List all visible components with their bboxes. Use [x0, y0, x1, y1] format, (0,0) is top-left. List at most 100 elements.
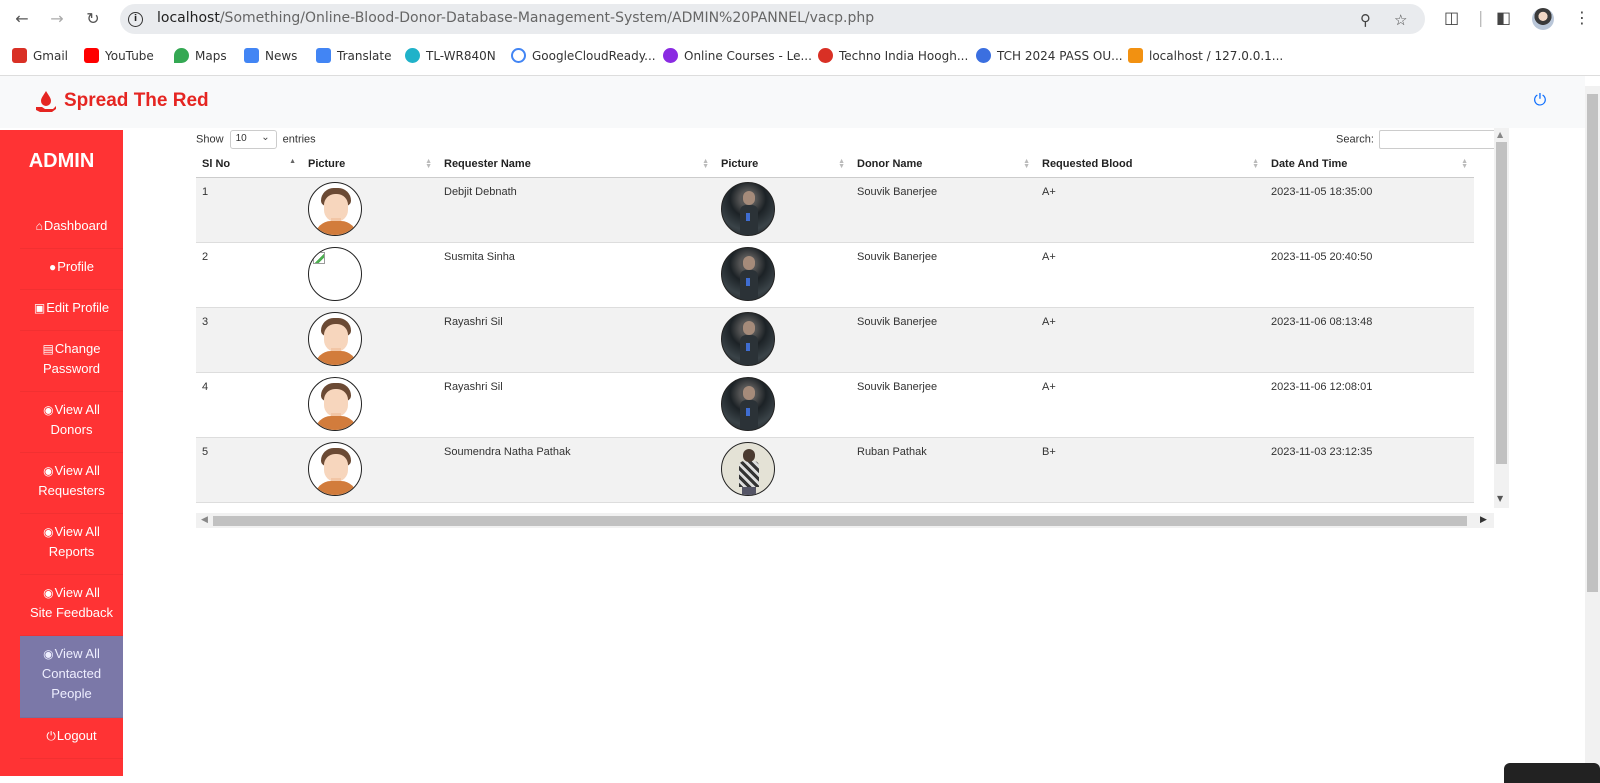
column-header-donor-name[interactable]: Donor Name ▲ ▼ [851, 152, 1036, 178]
bookmark-maps[interactable]: Maps [174, 48, 227, 63]
toolbar-divider: | [1478, 8, 1484, 27]
sidebar-item-view-all-reports[interactable]: ◉View All Reports [20, 514, 123, 575]
sidebar-item-edit-profile[interactable]: ▣Edit Profile [20, 290, 123, 331]
eye-icon: ◉ [43, 525, 54, 539]
sidebar-item-change-password[interactable]: ▤Change Password [20, 331, 123, 392]
id-card-icon: ▣ [33, 301, 46, 315]
column-header-sl-no[interactable]: Sl No ▲ [196, 152, 302, 178]
user-icon: ● [48, 260, 57, 274]
cell-requester-name: Debjit Debnath [438, 177, 715, 243]
google-icon [511, 48, 526, 63]
bookmark-news[interactable]: News [244, 48, 297, 63]
cell-date-time: 2023-11-03 23:12:35 [1265, 437, 1474, 503]
forward-arrow-icon[interactable]: → [47, 9, 67, 29]
bookmark-translate[interactable]: Translate [316, 48, 392, 63]
back-arrow-icon[interactable]: ← [12, 9, 32, 29]
sidebar-item-view-all-contacted-people[interactable]: ◉View All Contacted People [20, 636, 123, 718]
bookmarks-bar: Gmail YouTube Maps News Translate TL-WR8… [0, 38, 1600, 76]
column-header-donor-picture[interactable]: Picture ▲ ▼ [715, 152, 851, 178]
brand-name: Spread The Red [64, 90, 209, 111]
address-bar[interactable]: i localhost/Something/Online-Blood-Donor… [120, 4, 1425, 34]
bookmark-youtube[interactable]: YouTube [84, 48, 154, 63]
tp-link-icon [405, 48, 420, 63]
bookmark-googlecloudready[interactable]: GoogleCloudReady... [511, 48, 656, 63]
sidebar-item-view-all-site-feedback[interactable]: ◉View All Site Feedback [20, 575, 123, 636]
cell-requested-blood: A+ [1036, 372, 1265, 438]
sidebar-item-logout[interactable]: ⏻Logout [20, 718, 123, 759]
sidebar-item-view-all-requesters[interactable]: ◉View All Requesters [20, 453, 123, 514]
scrollbar-thumb[interactable] [1587, 94, 1598, 592]
table-row: 4 Rayashri Sil Souvik Banerjee A+ 2023-1… [196, 372, 1474, 438]
cell-requester-name: Rayashri Sil [438, 307, 715, 373]
extensions-icon[interactable]: ◫ [1444, 8, 1459, 27]
brand-logo[interactable]: Spread The Red [34, 89, 209, 113]
cell-date-time: 2023-11-06 12:08:01 [1265, 372, 1474, 438]
requester-avatar [308, 376, 362, 431]
sort-icon: ▲ ▼ [425, 158, 432, 170]
sort-asc-icon: ▲ [289, 158, 296, 165]
bookmark-tch-2024[interactable]: TCH 2024 PASS OU... [976, 48, 1123, 63]
scroll-down-arrow-icon[interactable]: ▼ [1497, 494, 1503, 503]
file-icon: ▤ [42, 342, 54, 356]
phpmyadmin-icon [1128, 48, 1143, 63]
table-row: 5 Soumendra Natha Pathak Ruban Pathak B+… [196, 437, 1474, 503]
column-header-requester-name[interactable]: Requester Name ▲ ▼ [438, 152, 715, 178]
menu-dots-icon[interactable]: ⋮ [1574, 8, 1590, 27]
sort-icon: ▲ ▼ [702, 158, 709, 170]
cell-sl-no: 3 [196, 307, 302, 373]
table-horizontal-scrollbar[interactable]: ◀ ▶ [196, 513, 1494, 528]
sidebar-title: ADMIN [28, 150, 95, 172]
donor-avatar [721, 311, 775, 366]
site-info-icon[interactable]: i [128, 12, 143, 27]
bookmark-online-courses[interactable]: Online Courses - Le... [663, 48, 812, 63]
sidebar-item-profile[interactable]: ●Profile [20, 249, 123, 290]
cell-date-time: 2023-11-05 20:40:50 [1265, 242, 1474, 308]
donor-avatar [721, 181, 775, 236]
bookmark-tl-wr840n[interactable]: TL-WR840N [405, 48, 496, 63]
cell-donor-picture [715, 177, 851, 243]
cell-date-time: 2023-11-05 18:35:00 [1265, 177, 1474, 243]
home-icon: ⌂ [35, 219, 43, 233]
bookmark-techno-india[interactable]: Techno India Hoogh... [818, 48, 968, 63]
sort-icon: ▲ ▼ [1461, 158, 1468, 170]
scrollbar-thumb[interactable] [1496, 142, 1507, 464]
cell-requester-name: Susmita Sinha [438, 242, 715, 308]
zoom-icon[interactable]: ⚲ [1360, 11, 1371, 29]
table-row: 1 Debjit Debnath Souvik Banerjee A+ 2023… [196, 177, 1474, 243]
maps-icon [174, 48, 189, 63]
profile-avatar-icon[interactable] [1532, 8, 1554, 30]
table-vertical-scrollbar[interactable]: ▲ ▼ [1494, 128, 1509, 508]
entries-length-control: Show 10 ⌄ entries [196, 130, 316, 149]
chevron-down-icon: ⌄ [261, 132, 270, 143]
table-row: 2 Susmita Sinha Souvik Banerjee A+ 2023-… [196, 242, 1474, 308]
bookmark-star-icon[interactable]: ☆ [1394, 11, 1407, 29]
power-icon[interactable]: ⏻ [1530, 90, 1550, 110]
scroll-up-arrow-icon[interactable]: ▲ [1497, 130, 1503, 139]
techno-india-icon [818, 48, 833, 63]
cell-requested-blood: A+ [1036, 177, 1265, 243]
group-icon [976, 48, 991, 63]
sidebar-item-dashboard[interactable]: ⌂Dashboard [20, 208, 123, 249]
top-navbar: Spread The Red ⏻ [0, 76, 1585, 128]
floating-widget[interactable] [1504, 763, 1600, 783]
scroll-right-arrow-icon[interactable]: ▶ [1480, 515, 1487, 525]
reload-icon[interactable]: ↻ [83, 9, 103, 29]
sort-icon: ▲ ▼ [1252, 158, 1259, 170]
column-header-requester-picture[interactable]: Picture ▲ ▼ [302, 152, 438, 178]
side-panel-icon[interactable]: ◧ [1496, 8, 1511, 27]
page-vertical-scrollbar[interactable] [1585, 86, 1600, 776]
url-text[interactable]: localhost/Something/Online-Blood-Donor-D… [157, 10, 874, 26]
column-header-requested-blood[interactable]: Requested Blood ▲ ▼ [1036, 152, 1265, 178]
bookmark-localhost-pma[interactable]: localhost / 127.0.0.1... [1128, 48, 1283, 63]
sidebar-item-view-all-donors[interactable]: ◉View All Donors [20, 392, 123, 453]
bookmark-gmail[interactable]: Gmail [12, 48, 68, 63]
cell-donor-name: Souvik Banerjee [851, 177, 1036, 243]
table-search-control: Search: [1336, 130, 1497, 149]
column-header-date-and-time[interactable]: Date And Time ▲ ▼ [1265, 152, 1474, 178]
cell-requester-picture [302, 242, 438, 308]
scrollbar-thumb[interactable] [213, 516, 1467, 526]
search-input[interactable] [1378, 130, 1497, 149]
scroll-left-arrow-icon[interactable]: ◀ [201, 515, 208, 525]
entries-select[interactable]: 10 ⌄ [229, 130, 277, 149]
cell-donor-picture [715, 372, 851, 438]
